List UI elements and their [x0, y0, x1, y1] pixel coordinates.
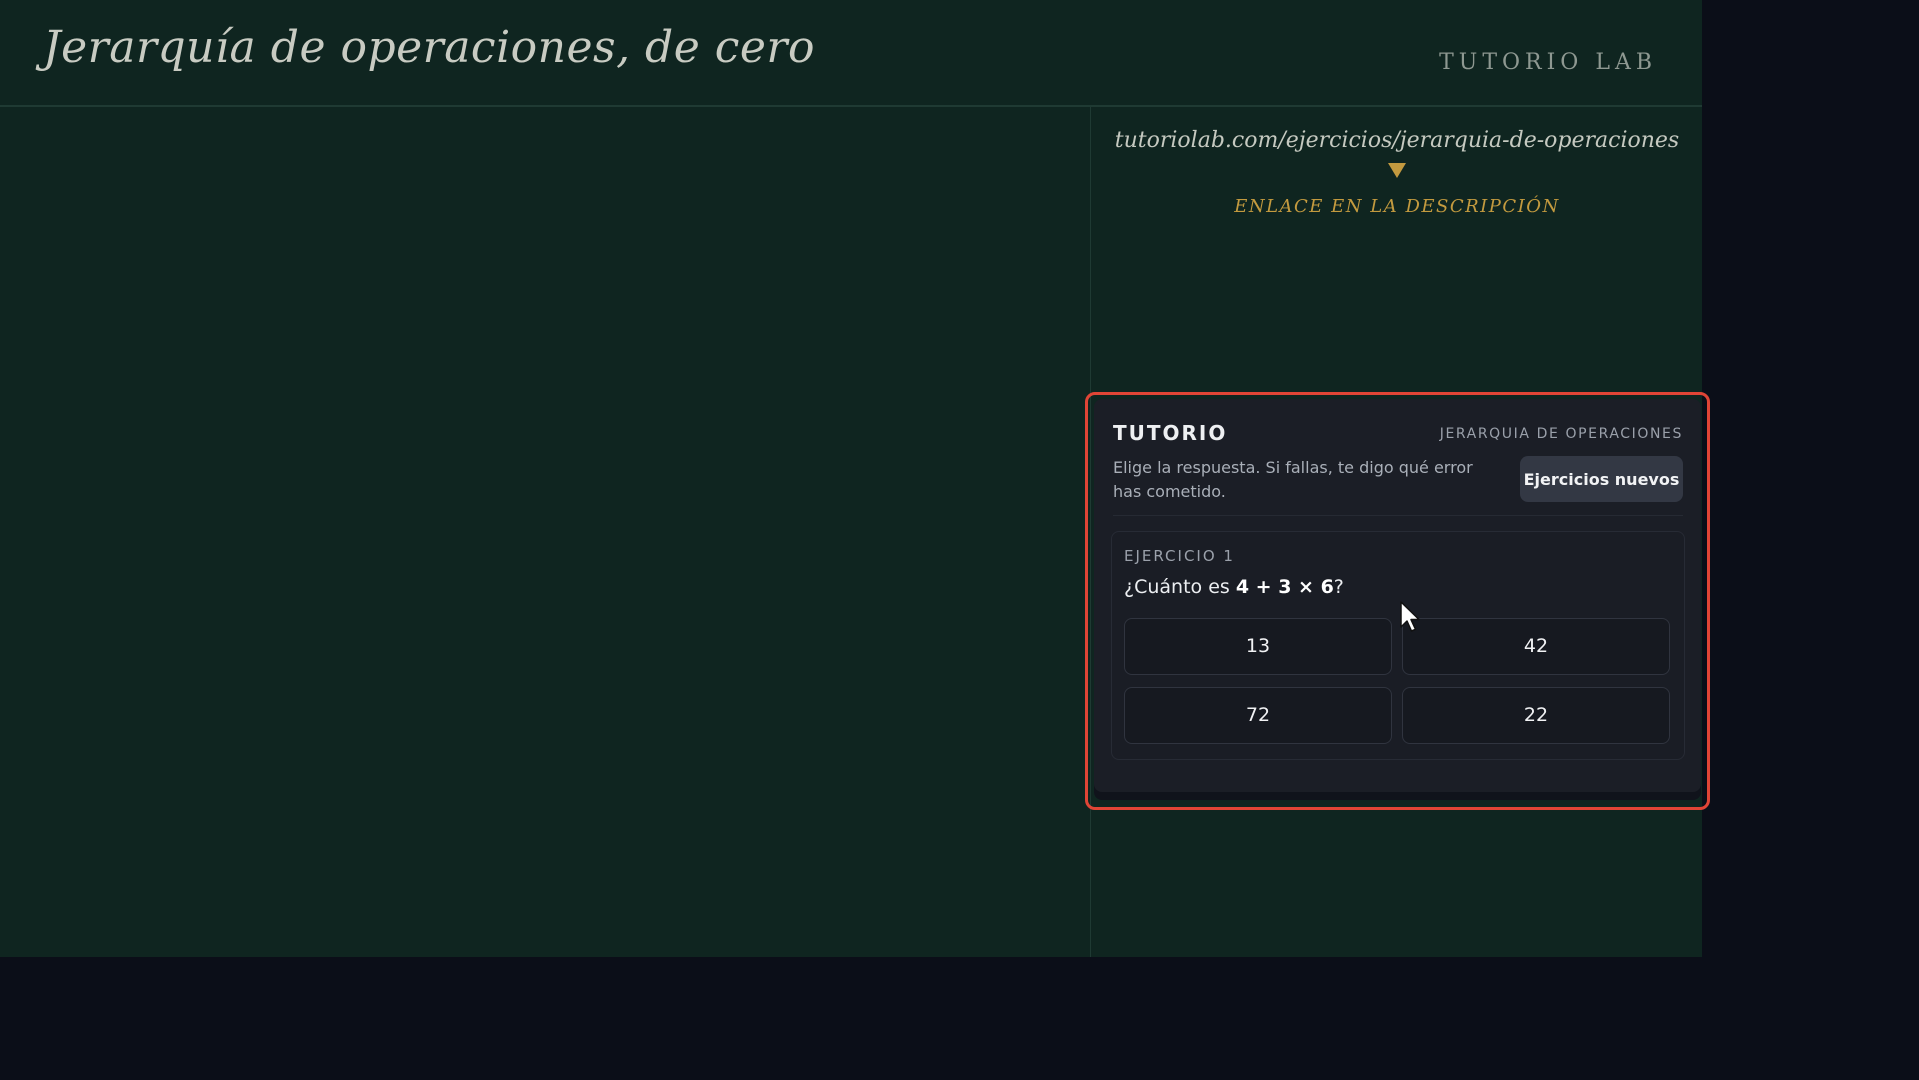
page-title: Jerarquía de operaciones, de cero	[43, 22, 815, 73]
header: Jerarquía de operaciones, de cero TUTORI…	[0, 0, 1702, 107]
highlight-frame	[1085, 392, 1710, 810]
link-note: ENLACE EN LA DESCRIPCIÓN	[1234, 196, 1560, 217]
mouse-pointer-icon	[1400, 601, 1420, 632]
brand-logo-text: TUTORIO LAB	[1439, 50, 1657, 75]
video-stage: Jerarquía de operaciones, de cero TUTORI…	[0, 0, 1710, 957]
arrow-down-icon	[1388, 163, 1406, 178]
exercise-url[interactable]: tutoriolab.com/ejercicios/jerarquia-de-o…	[1092, 128, 1702, 153]
link-panel: tutoriolab.com/ejercicios/jerarquia-de-o…	[1092, 128, 1702, 217]
